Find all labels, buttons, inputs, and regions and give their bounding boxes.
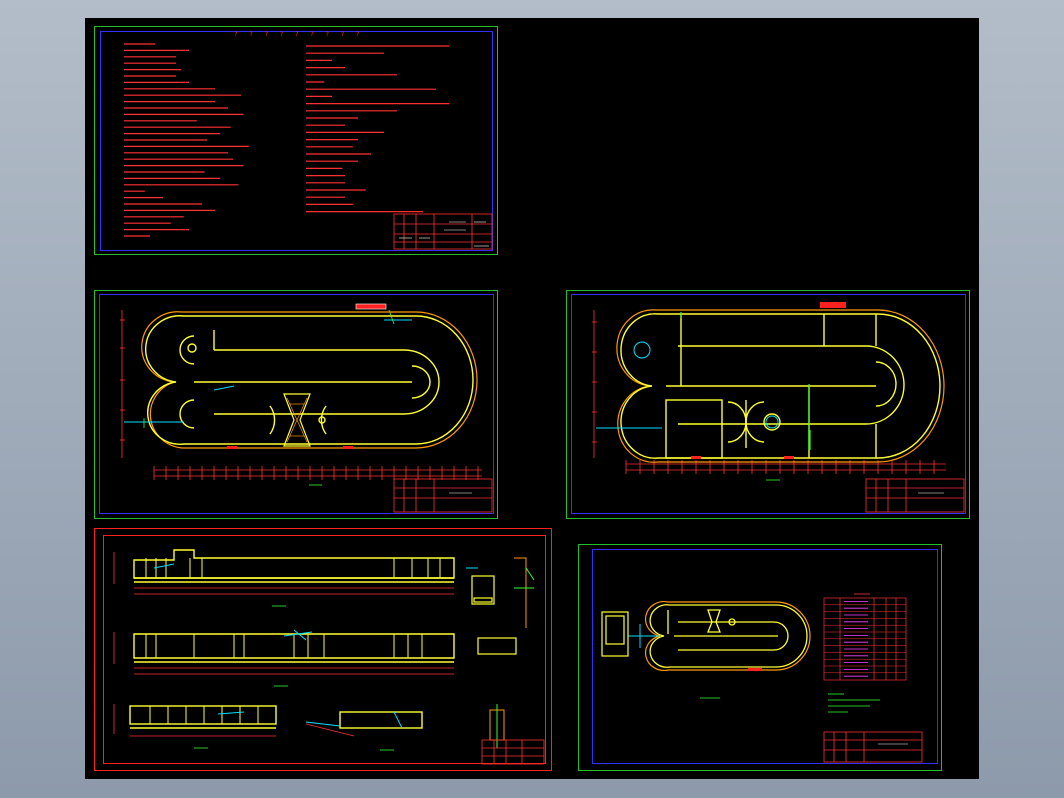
plan-sheet-2 [566, 290, 970, 519]
plan-1-graphics [94, 290, 498, 519]
plan-2-graphics [566, 290, 970, 519]
plan-sheet-1 [94, 290, 498, 519]
sections-sheet [94, 528, 552, 771]
notes-sheet-graphics [94, 26, 498, 255]
cad-drawing-canvas[interactable]: ? ? ? ? ? ? ? ? ? [85, 18, 979, 779]
sections-graphics [94, 528, 552, 771]
plan-sheet-3 [578, 544, 942, 771]
plan-3-graphics [578, 544, 942, 771]
notes-sheet: ? ? ? ? ? ? ? ? ? [94, 26, 498, 255]
notes-title: ? ? ? ? ? ? ? ? ? [234, 31, 364, 38]
